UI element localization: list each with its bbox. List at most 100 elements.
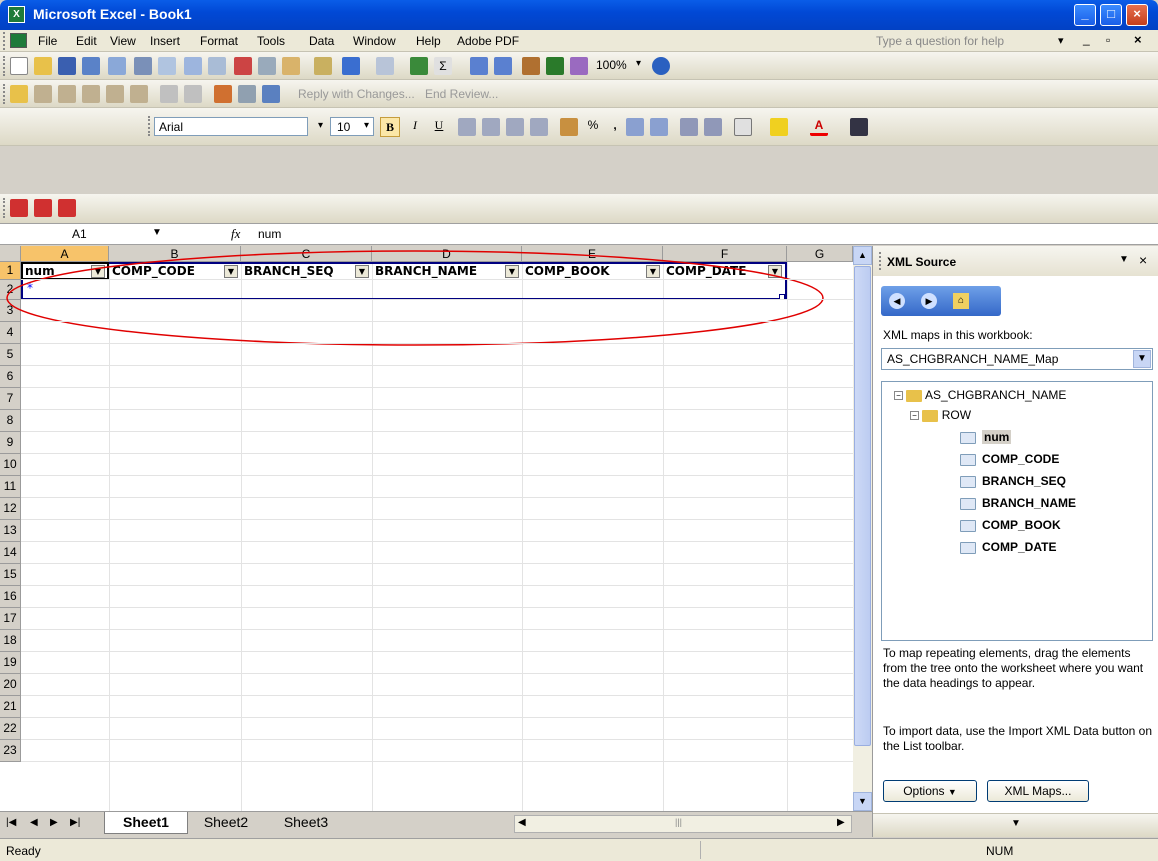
column-header-g[interactable]: G [787, 246, 853, 262]
column-header-a[interactable]: A [21, 246, 109, 262]
row-header[interactable]: 7 [0, 388, 21, 410]
menu-view[interactable]: View [110, 34, 136, 48]
convert-pdf-email-icon[interactable] [34, 199, 52, 217]
row-header[interactable]: 9 [0, 432, 21, 454]
sort-ascending-icon[interactable] [470, 57, 488, 75]
menu-window[interactable]: Window [353, 34, 396, 48]
sheet-tab-sheet3[interactable]: Sheet3 [266, 813, 346, 833]
autofilter-dropdown-icon[interactable]: ▼ [91, 265, 105, 278]
reviewing-pane-icon[interactable] [262, 85, 280, 103]
xml-tree[interactable]: − AS_CHGBRANCH_NAME − ROW num COMP_CODE BR… [881, 381, 1153, 641]
row-header[interactable]: 4 [0, 322, 21, 344]
menu-format[interactable]: Format [200, 34, 238, 48]
tree-node-root[interactable]: − AS_CHGBRANCH_NAME [894, 388, 1066, 402]
convert-pdf-icon[interactable] [10, 199, 28, 217]
help-dropdown-icon[interactable]: ▾ [1058, 34, 1064, 47]
first-sheet-icon[interactable]: |◀ [6, 817, 16, 828]
scroll-down-icon[interactable]: ▼ [853, 792, 872, 811]
help-search-input[interactable]: Type a question for help [876, 34, 1046, 52]
tree-node-field[interactable]: COMP_CODE [960, 452, 1059, 466]
tree-node-field[interactable]: COMP_DATE [960, 540, 1056, 554]
drawing-icon[interactable] [570, 57, 588, 75]
insert-function-icon[interactable]: fx [231, 226, 240, 242]
autofilter-dropdown-icon[interactable]: ▼ [505, 265, 519, 278]
reply-with-changes-button[interactable]: Reply with Changes... [298, 87, 415, 101]
list-header-comp-code[interactable]: COMP_CODE ▼ [110, 263, 241, 280]
scroll-thumb[interactable] [854, 266, 871, 746]
row-header[interactable]: 15 [0, 564, 21, 586]
comment-prev-icon[interactable] [58, 85, 76, 103]
cut-icon[interactable] [234, 57, 252, 75]
print-icon[interactable] [134, 57, 152, 75]
autofilter-dropdown-icon[interactable]: ▼ [224, 265, 238, 278]
toolbar-grip[interactable] [3, 198, 7, 218]
list-header-num[interactable]: num ▼ [23, 263, 109, 280]
autofilter-dropdown-icon[interactable]: ▼ [646, 265, 660, 278]
show-all-comments-icon[interactable] [130, 85, 148, 103]
decrease-indent-icon[interactable] [680, 118, 698, 136]
font-color-icon[interactable]: A [810, 118, 828, 136]
toolbar-grip[interactable] [3, 56, 7, 76]
align-right-icon[interactable] [506, 118, 524, 136]
pane-more-icon[interactable]: ▼ [1011, 818, 1021, 829]
toolbar-grip[interactable] [3, 84, 7, 104]
track-changes-icon[interactable] [184, 85, 202, 103]
open-icon[interactable] [34, 57, 52, 75]
formula-input[interactable]: num [258, 227, 281, 241]
menu-insert[interactable]: Insert [150, 34, 180, 48]
spelling-icon[interactable] [184, 57, 202, 75]
options-grid-icon[interactable] [850, 118, 868, 136]
menu-adobe-pdf[interactable]: Adobe PDF [457, 34, 519, 48]
column-header-f[interactable]: F [663, 246, 787, 262]
increase-decimal-icon[interactable] [626, 118, 644, 136]
collapse-icon[interactable]: − [894, 391, 903, 401]
vertical-scrollbar[interactable]: ▲ ▼ [853, 246, 872, 811]
row-header[interactable]: 2 [0, 280, 21, 300]
zoom-dropdown-icon[interactable]: ▾ [636, 58, 641, 69]
menu-file[interactable]: File [38, 34, 57, 48]
name-box[interactable]: A1 ▼ [0, 224, 170, 244]
list-header-branch-name[interactable]: BRANCH_NAME ▼ [373, 263, 522, 280]
help-icon[interactable] [652, 57, 670, 75]
bold-icon[interactable]: B [380, 117, 400, 137]
font-size-dropdown-icon[interactable]: ▾ [364, 120, 369, 131]
zoom-select[interactable]: 100% [596, 58, 627, 72]
list-header-comp-book[interactable]: COMP_BOOK ▼ [523, 263, 663, 280]
scroll-up-icon[interactable]: ▲ [853, 246, 872, 265]
row-header[interactable]: 11 [0, 476, 21, 498]
doc-restore-icon[interactable]: ▫ [1106, 33, 1110, 47]
tree-node-field[interactable]: BRANCH_SEQ [960, 474, 1066, 488]
menu-edit[interactable]: Edit [76, 34, 97, 48]
forward-icon[interactable]: ▶ [921, 293, 937, 309]
name-box-dropdown-icon[interactable]: ▼ [152, 227, 162, 238]
row-header[interactable]: 23 [0, 740, 21, 762]
sheet-tab-sheet1[interactable]: Sheet1 [104, 812, 188, 834]
tree-node-row[interactable]: − ROW [910, 408, 971, 422]
row-header[interactable]: 17 [0, 608, 21, 630]
merge-center-icon[interactable] [530, 118, 548, 136]
font-select[interactable]: Arial [154, 117, 308, 136]
autofilter-dropdown-icon[interactable]: ▼ [355, 265, 369, 278]
toolbar-grip[interactable] [148, 116, 152, 136]
row-header[interactable]: 20 [0, 674, 21, 696]
update-file-icon[interactable] [238, 85, 256, 103]
column-header-c[interactable]: C [241, 246, 372, 262]
sort-descending-icon[interactable] [494, 57, 512, 75]
tree-node-field[interactable]: BRANCH_NAME [960, 496, 1076, 510]
insert-row-marker[interactable]: * [25, 280, 45, 297]
row-header[interactable]: 18 [0, 630, 21, 652]
align-center-icon[interactable] [482, 118, 500, 136]
home-icon[interactable]: ⌂ [953, 293, 969, 309]
convert-pdf-review-icon[interactable] [58, 199, 76, 217]
collapse-icon[interactable]: − [910, 411, 919, 421]
toolbar-grip[interactable] [3, 32, 7, 50]
row-header[interactable]: 10 [0, 454, 21, 476]
options-button[interactable]: Options ▼ [883, 780, 977, 802]
column-header-d[interactable]: D [372, 246, 522, 262]
format-painter-icon[interactable] [314, 57, 332, 75]
row-header[interactable]: 14 [0, 542, 21, 564]
row-header[interactable]: 12 [0, 498, 21, 520]
chart-wizard-icon[interactable] [522, 57, 540, 75]
research-icon[interactable] [208, 57, 226, 75]
sheet-tab-sheet2[interactable]: Sheet2 [190, 813, 262, 833]
